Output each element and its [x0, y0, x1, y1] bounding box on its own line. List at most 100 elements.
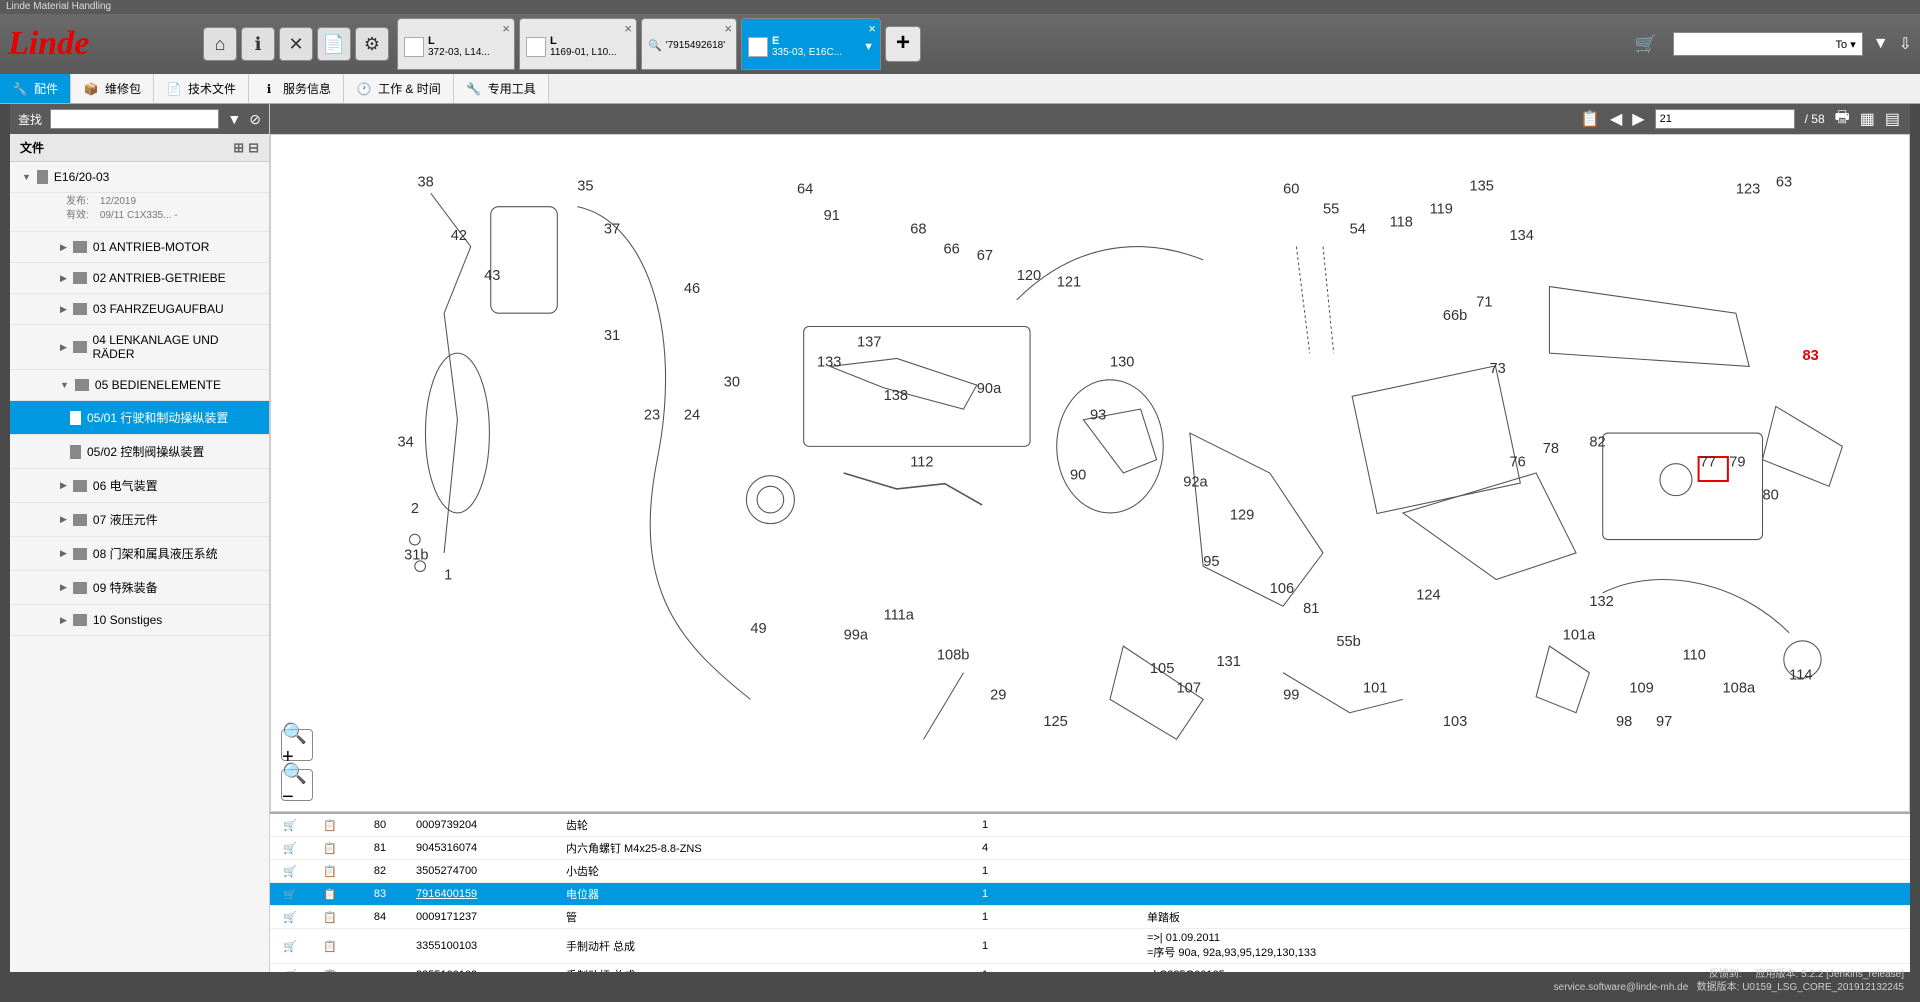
- tools-icon[interactable]: ✕: [279, 27, 313, 61]
- notes-icon[interactable]: 📋: [1580, 109, 1600, 129]
- clipboard-icon[interactable]: 📋: [323, 889, 337, 901]
- doc-icon[interactable]: 📄: [317, 27, 351, 61]
- clipboard-icon[interactable]: 📋: [323, 970, 337, 973]
- callout-number[interactable]: 68: [910, 221, 926, 237]
- page-input[interactable]: [1655, 109, 1795, 129]
- callout-number[interactable]: 73: [1490, 361, 1506, 377]
- callout-number[interactable]: 123: [1736, 181, 1760, 197]
- callout-number[interactable]: 35: [577, 179, 593, 195]
- callout-number[interactable]: 99: [1283, 687, 1299, 703]
- cart-icon[interactable]: 🛒: [283, 843, 297, 855]
- tree-root[interactable]: ▼ E16/20-03: [10, 162, 269, 193]
- clipboard-icon[interactable]: 📋: [323, 843, 337, 855]
- tree-item[interactable]: ▼05 BEDIENELEMENTE: [10, 370, 269, 401]
- clear-filter-icon[interactable]: ⊘: [249, 111, 261, 128]
- callout-number[interactable]: 66b: [1443, 308, 1467, 324]
- cart-icon[interactable]: 🛒: [283, 820, 297, 832]
- tree-item[interactable]: ▶09 特殊装备: [10, 571, 269, 605]
- callout-number[interactable]: 38: [417, 175, 433, 191]
- callout-number[interactable]: 110: [1683, 647, 1706, 663]
- layout1-icon[interactable]: ▦: [1860, 109, 1875, 129]
- callout-number[interactable]: 78: [1543, 441, 1559, 457]
- feedback-link[interactable]: service.software@linde-mh.de: [1554, 982, 1689, 993]
- callout-number[interactable]: 135: [1470, 179, 1494, 195]
- callout-number[interactable]: 138: [884, 388, 908, 404]
- tree-item[interactable]: ▶02 ANTRIEB-GETRIEBE: [10, 263, 269, 294]
- cart-icon[interactable]: 🛒: [283, 970, 297, 973]
- expand-icon[interactable]: ⊞: [233, 140, 244, 156]
- callout-number[interactable]: 23: [644, 408, 660, 424]
- print-icon[interactable]: 🖶: [1835, 106, 1850, 133]
- callout-number[interactable]: 132: [1589, 594, 1613, 610]
- callout-number[interactable]: 92a: [1183, 474, 1208, 490]
- download-icon[interactable]: ⇩: [1899, 34, 1912, 54]
- zoom-out-button[interactable]: 🔍−: [281, 769, 313, 801]
- callout-number[interactable]: 63: [1776, 175, 1792, 191]
- filter-icon[interactable]: ▼: [863, 41, 874, 53]
- nav-repair[interactable]: 📦维修包: [71, 74, 154, 103]
- callout-number[interactable]: 108b: [937, 647, 970, 663]
- exploded-diagram[interactable]: 3842433537649168666712012160555411811913…: [270, 134, 1910, 812]
- nav-work[interactable]: 🕐工作 & 时间: [344, 74, 454, 103]
- tab-4-active[interactable]: × E335-03, E16C... ▼: [741, 18, 881, 70]
- callout-number[interactable]: 137: [857, 334, 881, 350]
- part-link[interactable]: 7916400159: [416, 888, 477, 900]
- home-icon[interactable]: ⌂: [203, 27, 237, 61]
- callout-number[interactable]: 55: [1323, 201, 1339, 217]
- callout-number[interactable]: 118: [1390, 215, 1413, 231]
- callout-number[interactable]: 81: [1303, 601, 1319, 617]
- close-icon[interactable]: ×: [868, 21, 876, 36]
- callout-number[interactable]: 134: [1509, 228, 1533, 244]
- close-icon[interactable]: ×: [724, 21, 732, 36]
- cart-icon[interactable]: 🛒: [283, 866, 297, 878]
- callout-number[interactable]: 37: [604, 221, 620, 237]
- callout-number[interactable]: 80: [1763, 488, 1779, 504]
- callout-number[interactable]: 64: [797, 181, 813, 197]
- tree-item[interactable]: ▶04 LENKANLAGE UND RÄDER: [10, 325, 269, 370]
- callout-number[interactable]: 55b: [1336, 634, 1360, 650]
- callout-number[interactable]: 97: [1656, 714, 1672, 730]
- filter-icon[interactable]: ▼: [227, 111, 241, 127]
- tree-item[interactable]: ▶07 液压元件: [10, 503, 269, 537]
- callout-number[interactable]: 34: [398, 434, 414, 450]
- table-row[interactable]: 🛒 📋 83 7916400159 电位器 1: [270, 883, 1910, 906]
- close-icon[interactable]: ×: [502, 21, 510, 36]
- cart-icon[interactable]: 🛒: [283, 941, 297, 953]
- callout-number[interactable]: 60: [1283, 181, 1299, 197]
- nav-tools[interactable]: 🔧专用工具: [454, 74, 549, 103]
- callout-number[interactable]: 2: [411, 501, 419, 517]
- callout-number[interactable]: 121: [1057, 275, 1081, 291]
- callout-number[interactable]: 125: [1043, 714, 1067, 730]
- tab-2[interactable]: × L1169-01, L10...: [519, 18, 637, 70]
- tree-item[interactable]: ▶06 电气装置: [10, 469, 269, 503]
- callout-number[interactable]: 108a: [1723, 681, 1756, 697]
- callout-number[interactable]: 107: [1177, 681, 1201, 697]
- callout-number[interactable]: 67: [977, 248, 993, 264]
- callout-number[interactable]: 103: [1443, 714, 1467, 730]
- layout2-icon[interactable]: ▤: [1885, 109, 1900, 129]
- callout-number[interactable]: 29: [990, 687, 1006, 703]
- callout-number[interactable]: 42: [451, 228, 467, 244]
- callout-number[interactable]: 83: [1802, 348, 1818, 364]
- callout-number[interactable]: 54: [1350, 221, 1366, 237]
- callout-number[interactable]: 77: [1700, 454, 1716, 470]
- callout-number[interactable]: 66: [944, 241, 960, 257]
- callout-number[interactable]: 93: [1090, 408, 1106, 424]
- callout-number[interactable]: 101: [1363, 681, 1387, 697]
- tree-item[interactable]: ▶10 Sonstiges: [10, 605, 269, 636]
- filter-icon[interactable]: ▼: [1873, 35, 1889, 53]
- callout-number[interactable]: 31: [604, 328, 620, 344]
- callout-number[interactable]: 43: [484, 268, 500, 284]
- tab-3[interactable]: × 🔍 '7915492618': [641, 18, 737, 70]
- callout-number[interactable]: 119: [1430, 201, 1453, 217]
- callout-number[interactable]: 1: [444, 568, 452, 584]
- next-page-icon[interactable]: ▶: [1632, 109, 1644, 129]
- callout-number[interactable]: 99a: [844, 627, 869, 643]
- tree-item[interactable]: ▶03 FAHRZEUGAUFBAU: [10, 294, 269, 325]
- nav-parts[interactable]: 🔧配件: [0, 74, 71, 103]
- search-input[interactable]: [50, 109, 219, 129]
- nav-docs[interactable]: 📄技术文件: [154, 74, 249, 103]
- close-icon[interactable]: ×: [624, 21, 632, 36]
- add-tab-button[interactable]: +: [885, 26, 921, 62]
- cart-icon[interactable]: 🛒: [283, 889, 297, 901]
